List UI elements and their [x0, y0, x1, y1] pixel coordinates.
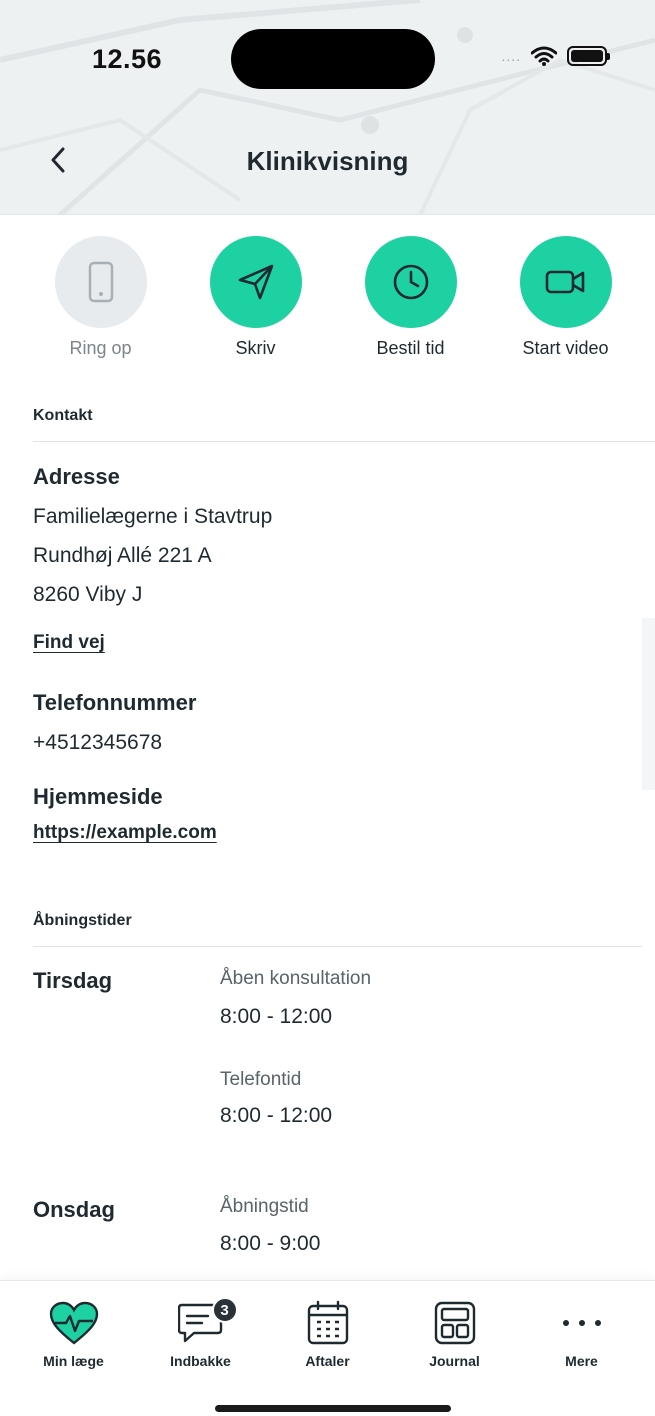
video-icon: [545, 270, 584, 294]
slot-time: 8:00 - 12:00: [220, 1104, 333, 1127]
phone-number[interactable]: +4512345678: [33, 731, 162, 755]
video-action[interactable]: Start video: [488, 236, 643, 359]
address-line-1: Familielægerne i Stavtrup: [33, 505, 273, 528]
book-label: Bestil tid: [376, 338, 445, 358]
slot-time: 8:00 - 9:00: [220, 1232, 321, 1255]
tab-indbakke[interactable]: 3 Indbakke: [137, 1281, 264, 1369]
tab-bar: Min læge 3 Indbakke Aftaler Journal Mere: [0, 1280, 655, 1416]
video-button[interactable]: [519, 236, 612, 328]
signal-icon: ....: [501, 48, 521, 64]
heart-pulse-icon: [49, 1299, 99, 1347]
write-action[interactable]: Skriv: [178, 236, 333, 359]
tab-label: Min læge: [43, 1353, 104, 1369]
tab-label: Aftaler: [305, 1353, 350, 1369]
header: 12.56 .... Klinikvisning: [0, 0, 655, 215]
tab-label: Journal: [429, 1353, 480, 1369]
clock-icon: [393, 264, 428, 300]
website-heading: Hjemmeside: [33, 784, 163, 809]
write-label: Skriv: [235, 338, 276, 358]
tab-aftaler[interactable]: Aftaler: [264, 1281, 391, 1369]
write-button[interactable]: [209, 236, 302, 328]
home-indicator[interactable]: [215, 1405, 451, 1412]
slot-label: Åben konsultation: [220, 968, 372, 989]
unread-badge: 3: [211, 1297, 238, 1323]
tab-label: Indbakke: [170, 1353, 231, 1369]
contact-divider: [33, 441, 655, 442]
day-wednesday: Onsdag: [33, 1197, 115, 1222]
phone-icon: [88, 261, 113, 303]
tab-journal[interactable]: Journal: [391, 1281, 518, 1369]
website-link[interactable]: https://example.com: [33, 822, 217, 844]
slot-time: 8:00 - 12:00: [220, 1005, 333, 1028]
calendar-icon: [306, 1299, 350, 1347]
chat-icon: 3: [177, 1297, 238, 1347]
video-label: Start video: [522, 338, 609, 358]
slot-label: Åbningstid: [220, 1196, 309, 1217]
find-route-link[interactable]: Find vej: [33, 632, 105, 654]
call-label: Ring op: [69, 338, 132, 358]
status-time: 12.56: [92, 44, 163, 74]
address-line-3: 8260 Viby J: [33, 583, 143, 606]
day-tuesday: Tirsdag: [33, 968, 113, 993]
slot-label: Telefontid: [220, 1069, 302, 1090]
scroll-indicator[interactable]: [642, 618, 655, 790]
action-row: Ring op Skriv Bestil tid Start video: [23, 236, 643, 359]
book-action[interactable]: Bestil tid: [333, 236, 488, 359]
tab-min-laege[interactable]: Min læge: [10, 1281, 137, 1369]
more-icon: [560, 1299, 604, 1347]
hours-divider: [33, 946, 642, 947]
contact-section-label: Kontakt: [33, 407, 93, 424]
journal-icon: [433, 1299, 477, 1347]
status-icons: ....: [501, 46, 610, 66]
phone-heading: Telefonnummer: [33, 690, 197, 715]
battery-icon: [567, 46, 610, 66]
address-heading: Adresse: [33, 464, 120, 489]
wifi-icon: [531, 46, 557, 66]
call-button[interactable]: [54, 236, 147, 328]
hours-section-label: Åbningstider: [33, 912, 132, 929]
book-button[interactable]: [364, 236, 457, 328]
tab-label: Mere: [565, 1353, 598, 1369]
dynamic-island: [231, 29, 435, 89]
tab-mere[interactable]: Mere: [518, 1281, 645, 1369]
send-icon: [238, 264, 273, 300]
call-action[interactable]: Ring op: [23, 236, 178, 359]
page-title: Klinikvisning: [246, 146, 409, 176]
address-line-2: Rundhøj Allé 221 A: [33, 544, 212, 567]
